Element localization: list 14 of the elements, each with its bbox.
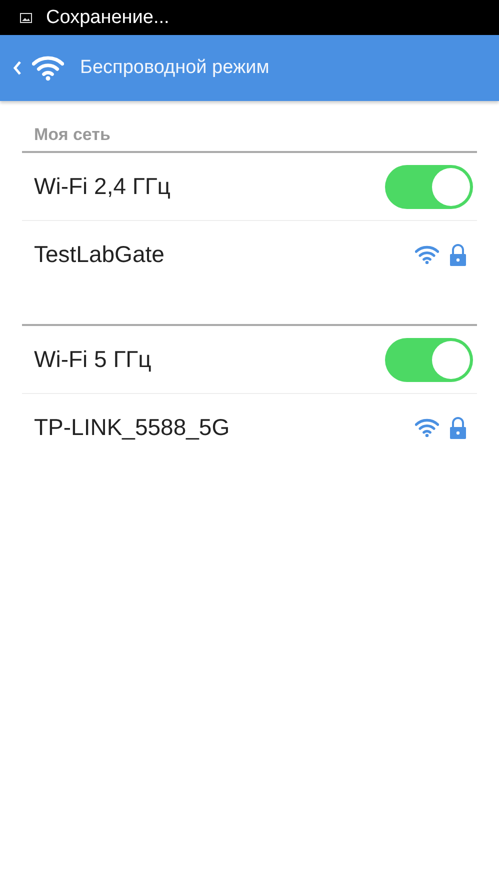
wifi-signal-icon [415,244,439,264]
band-label: Wi-Fi 2,4 ГГц [34,173,170,200]
toggle-switch[interactable] [385,338,473,382]
network-name[interactable]: TP-LINK_5588_5G [34,414,230,441]
screen-title: Беспроводной режим [80,57,270,79]
image-icon [20,12,32,22]
status-text: Сохранение... [46,6,170,28]
section-header: Моя сеть [22,125,477,153]
band-label: Wi-Fi 5 ГГц [34,346,152,373]
wifi-signal-icon [415,418,439,438]
network-name[interactable]: TestLabGate [34,241,164,268]
back-button[interactable] [12,60,22,76]
toggle-switch[interactable] [385,164,473,208]
wifi-icon [32,55,64,81]
